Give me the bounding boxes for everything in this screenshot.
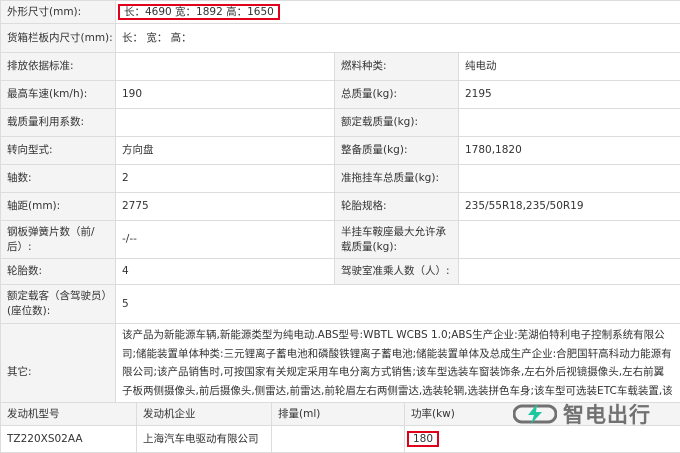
value-tire-count: 4: [116, 259, 335, 285]
value-tire-spec: 235/55R18,235/50R19: [459, 193, 680, 221]
dimensions-highlight-box: 长：4690 宽：1892 高：1650: [118, 4, 280, 20]
value-fuel-type: 纯电动: [459, 53, 680, 81]
value-emission-standard: [116, 53, 335, 81]
label-dimensions: 外形尺寸(mm):: [1, 1, 116, 24]
value-max-speed: 190: [116, 81, 335, 109]
label-emission-standard: 排放依据标准:: [1, 53, 116, 81]
value-rated-load: [459, 109, 680, 137]
label-axle-count: 轴数:: [1, 165, 116, 193]
spec-row: 排放依据标准: 燃料种类: 纯电动: [1, 53, 680, 81]
vehicle-spec-table: 外形尺寸(mm): 长：4690 宽：1892 高：1650 货箱栏板内尺寸(m…: [0, 0, 680, 422]
value-total-mass: 2195: [459, 81, 680, 109]
spec-row-dimensions: 外形尺寸(mm): 长：4690 宽：1892 高：1650: [1, 1, 680, 24]
engine-company-value: 上海汽车电驱动有限公司: [137, 426, 272, 453]
value-load-utilization: [116, 109, 335, 137]
spec-row: 最高车速(km/h): 190 总质量(kg): 2195: [1, 81, 680, 109]
value-cargo-box-size: 长： 宽： 高：: [116, 24, 680, 53]
label-curb-mass: 整备质量(kg):: [335, 137, 459, 165]
spec-row-seating: 额定载客（含驾驶员）(座位数): 5: [1, 285, 680, 324]
label-cab-capacity: 驾驶室准乘人数（人）:: [335, 259, 459, 285]
value-curb-mass: 1780,1820: [459, 137, 680, 165]
label-cargo-box-size: 货箱栏板内尺寸(mm):: [1, 24, 116, 53]
power-highlight-box: 180: [407, 431, 439, 447]
label-trailer-mass: 准拖挂车总质量(kg):: [335, 165, 459, 193]
value-wheelbase: 2775: [116, 193, 335, 221]
watermark-text: 智电出行: [563, 399, 651, 429]
spec-row: 轮胎数: 4 驾驶室准乘人数（人）:: [1, 259, 680, 285]
header-engine-company: 发动机企业: [137, 403, 272, 426]
label-fifth-wheel-load: 半挂车鞍座最大允许承载质量(kg):: [335, 221, 459, 259]
label-rated-load: 额定载质量(kg):: [335, 109, 459, 137]
spec-row: 轴数: 2 准拖挂车总质量(kg):: [1, 165, 680, 193]
label-steering: 转向型式:: [1, 137, 116, 165]
value-fifth-wheel-load: [459, 221, 680, 259]
power-value-cell: 180: [405, 426, 680, 453]
label-tire-count: 轮胎数:: [1, 259, 116, 285]
value-leaf-springs: -/--: [116, 221, 335, 259]
label-wheelbase: 轴距(mm):: [1, 193, 116, 221]
spec-row: 钢板弹簧片数（前/后）: -/-- 半挂车鞍座最大允许承载质量(kg):: [1, 221, 680, 259]
lightning-bolt-logo-icon: [513, 403, 557, 425]
spec-row-cargo-box: 货箱栏板内尺寸(mm): 长： 宽： 高：: [1, 24, 680, 53]
spec-row: 载质量利用系数: 额定载质量(kg):: [1, 109, 680, 137]
label-max-speed: 最高车速(km/h):: [1, 81, 116, 109]
engine-model-value: TZ220XS02AA: [1, 426, 137, 453]
label-rated-passengers: 额定载客（含驾驶员）(座位数):: [1, 285, 116, 324]
label-fuel-type: 燃料种类:: [335, 53, 459, 81]
label-load-utilization: 载质量利用系数:: [1, 109, 116, 137]
displacement-value: [272, 426, 405, 453]
spec-row: 轴距(mm): 2775 轮胎规格: 235/55R18,235/50R19: [1, 193, 680, 221]
label-leaf-springs: 钢板弹簧片数（前/后）:: [1, 221, 116, 259]
watermark: 智电出行: [513, 401, 675, 427]
label-tire-spec: 轮胎规格:: [335, 193, 459, 221]
value-dimensions-cell: 长：4690 宽：1892 高：1650: [116, 1, 680, 24]
spec-row: 转向型式: 方向盘 整备质量(kg): 1780,1820: [1, 137, 680, 165]
engine-data-row: TZ220XS02AA 上海汽车电驱动有限公司 180: [1, 426, 680, 453]
value-steering: 方向盘: [116, 137, 335, 165]
value-axle-count: 2: [116, 165, 335, 193]
value-rated-passengers: 5: [116, 285, 680, 324]
header-engine-model: 发动机型号: [1, 403, 137, 426]
label-total-mass: 总质量(kg):: [335, 81, 459, 109]
header-displacement: 排量(ml): [272, 403, 405, 426]
value-cab-capacity: [459, 259, 680, 285]
value-trailer-mass: [459, 165, 680, 193]
